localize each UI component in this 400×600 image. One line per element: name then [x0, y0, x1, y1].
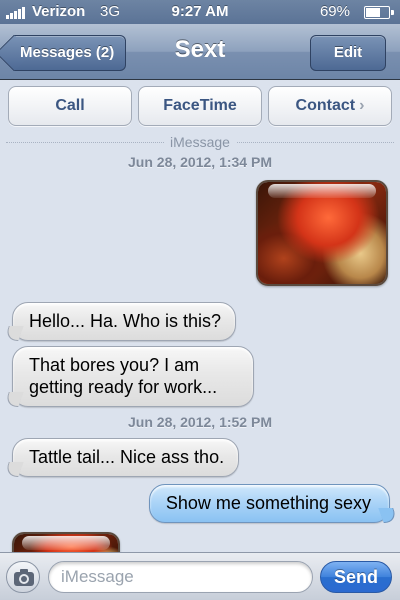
battery-percent: 69%: [319, 3, 350, 20]
contact-button-label: Contact: [295, 97, 356, 114]
camera-icon: [14, 569, 34, 586]
timestamp: Jun 28, 2012, 1:34 PM: [128, 154, 272, 170]
timestamp: Jun 28, 2012, 1:52 PM: [128, 414, 272, 430]
message-input-bar: Send: [0, 552, 400, 600]
facetime-button[interactable]: FaceTime: [138, 86, 262, 126]
incoming-message: That bores you? I am getting ready for w…: [12, 346, 254, 407]
service-label: iMessage: [0, 134, 400, 150]
call-button[interactable]: Call: [8, 86, 132, 126]
status-bar: Verizon 3G 9:27 AM 69%: [0, 0, 400, 24]
chevron-right-icon: ›: [359, 97, 365, 114]
message-input[interactable]: [48, 561, 313, 593]
send-button[interactable]: Send: [320, 561, 392, 593]
outgoing-message: Show me something sexy: [148, 484, 390, 523]
battery-level-fill: [366, 8, 381, 17]
battery-icon: [364, 6, 394, 19]
edit-button[interactable]: Edit: [310, 35, 386, 71]
contact-button[interactable]: Contact ›: [268, 86, 392, 126]
contact-actions: Call FaceTime Contact ›: [0, 86, 400, 130]
service-label-text: iMessage: [164, 134, 236, 150]
outgoing-photo-message[interactable]: [256, 180, 388, 286]
incoming-message: Hello... Ha. Who is this?: [12, 302, 237, 341]
incoming-message: Tattle tail... Nice ass tho.: [12, 438, 240, 477]
camera-button[interactable]: [6, 561, 40, 593]
navigation-bar: Messages (2) Sext Edit: [0, 24, 400, 80]
